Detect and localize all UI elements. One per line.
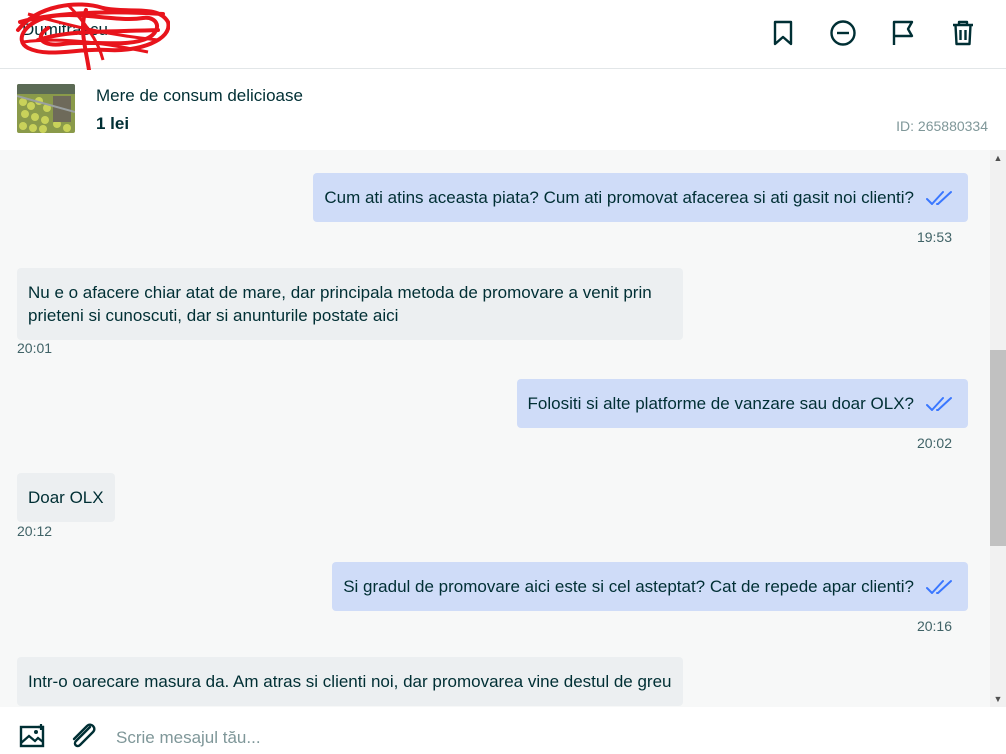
incoming-message: Intr-o oarecare masura da. Am atras si c… (17, 657, 683, 706)
incoming-message: Doar OLX (17, 473, 115, 522)
scroll-up-arrow[interactable]: ▲ (990, 150, 1006, 166)
message-time: 19:53 (916, 229, 952, 245)
message-time: 20:02 (916, 435, 952, 451)
ad-thumbnail[interactable] (17, 84, 75, 133)
message-composer (0, 707, 1006, 751)
ad-price: 1 lei (96, 114, 130, 133)
message-time: 20:01 (17, 340, 53, 356)
read-receipt-icon (926, 190, 952, 205)
message-time: 20:12 (17, 523, 53, 539)
message-text: Si gradul de promovare aici este si cel … (343, 577, 914, 596)
image-icon (19, 724, 45, 748)
ad-title[interactable]: Mere de consum delicioase (96, 86, 303, 106)
message-text: Folositi si alte platforme de vanzare sa… (527, 394, 914, 413)
message-time: 20:16 (916, 618, 952, 634)
bookmark-button[interactable] (768, 17, 798, 49)
outgoing-message: Folositi si alte platforme de vanzare sa… (516, 379, 968, 428)
scrollbar-thumb[interactable] (990, 350, 1006, 546)
ad-summary[interactable]: Mere de consum delicioase 1 lei ID: 2658… (0, 70, 1006, 150)
ad-id: ID: 265880334 (896, 118, 988, 134)
read-receipt-icon (926, 579, 952, 594)
bookmark-icon (773, 20, 793, 46)
outgoing-message: Si gradul de promovare aici este si cel … (332, 562, 968, 611)
attach-image-button[interactable] (19, 723, 47, 749)
message-text: Nu e o afacere chiar atat de mare, dar p… (28, 283, 652, 325)
message-text: Intr-o oarecare masura da. Am atras si c… (28, 672, 672, 691)
flag-icon (892, 20, 914, 45)
block-icon (830, 20, 856, 46)
report-button[interactable] (888, 17, 918, 49)
read-receipt-icon (926, 396, 952, 411)
apples-image (17, 84, 75, 133)
paperclip-icon (72, 723, 96, 748)
incoming-message: Nu e o afacere chiar atat de mare, dar p… (17, 268, 683, 340)
message-text: Doar OLX (28, 488, 104, 507)
chat-header: Dumitrascu (0, 0, 1006, 80)
message-text: Cum ati atins aceasta piata? Cum ati pro… (324, 188, 914, 207)
block-button[interactable] (828, 17, 858, 49)
scroll-down-arrow[interactable]: ▼ (990, 691, 1006, 707)
outgoing-message: Cum ati atins aceasta piata? Cum ati pro… (313, 173, 968, 222)
trash-icon (953, 20, 973, 46)
message-list[interactable]: Cum ati atins aceasta piata? Cum ati pro… (0, 150, 990, 707)
chat-scrollbar[interactable]: ▲ ▼ (990, 150, 1006, 707)
delete-button[interactable] (948, 17, 978, 49)
attach-file-button[interactable] (68, 723, 96, 749)
message-input[interactable] (116, 725, 976, 751)
